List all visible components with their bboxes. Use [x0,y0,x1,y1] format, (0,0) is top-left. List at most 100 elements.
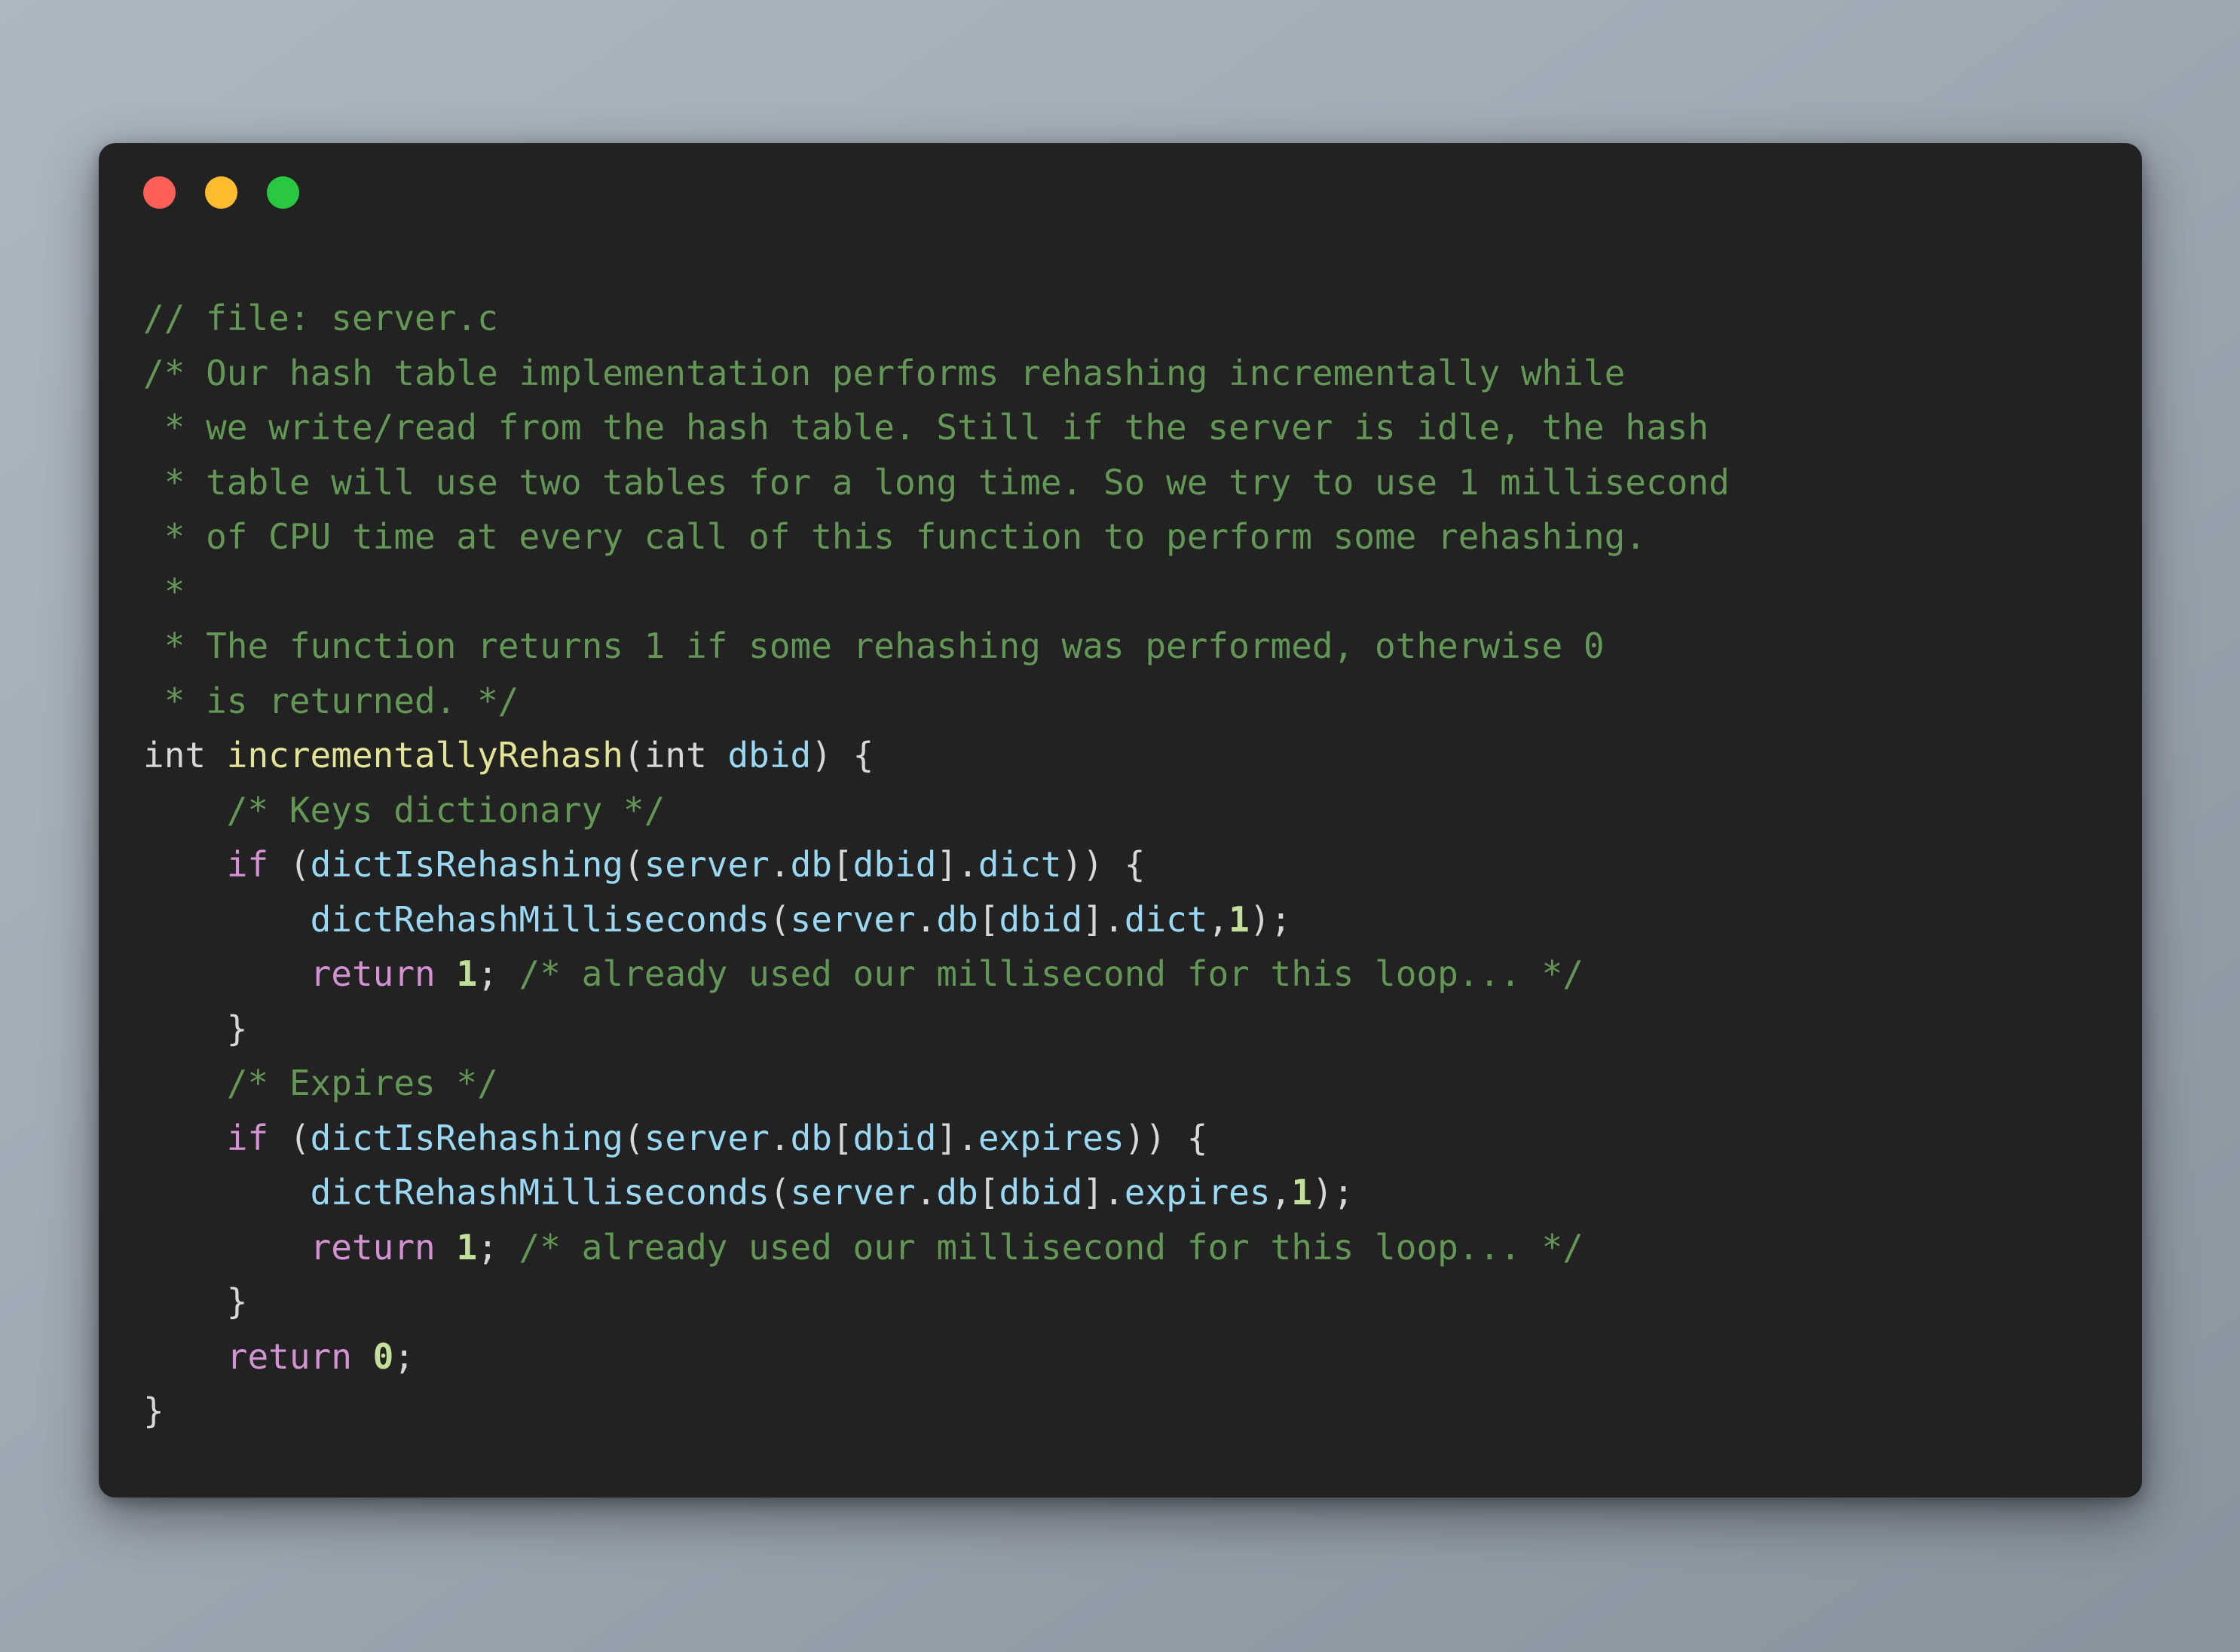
code-token-punct: , [1207,898,1229,940]
code-token-type: int [143,735,227,776]
code-token-ident: dbid [852,844,937,885]
code-token-ident: dbid [999,1172,1083,1213]
code-token-punct: } [226,1281,248,1322]
code-token-punct: . [769,1117,791,1158]
code-token-punct: ]. [936,1117,978,1158]
code-token-keyword: return [310,953,436,994]
code-token-punct: ) { [811,735,874,776]
code-token-ident: server [790,1172,916,1213]
code-token-punct: [ [831,1117,853,1158]
code-line: * is returned. */ [143,674,2112,729]
code-token-punct: . [769,844,791,885]
code-token-punct: ]. [936,844,978,885]
minimize-button[interactable] [205,176,237,209]
code-token-ident: server [790,898,916,940]
code-token-ident: db [790,1117,832,1158]
code-line: * [143,564,2112,620]
code-line: * we write/read from the hash table. Sti… [143,400,2112,455]
code-token-punct: ( [623,1117,644,1158]
code-line: return 1; /* already used our millisecon… [143,947,2112,1002]
code-token-ident: db [936,898,978,940]
code-token-type: int [644,735,728,776]
code-token-punct: ( [623,844,644,885]
code-token-punct: . [915,1172,937,1213]
code-token-punct: ; [393,1335,415,1377]
window-titlebar [99,143,2142,241]
code-token-punct: } [143,1390,164,1431]
code-token-comment: * The function returns 1 if some rehashi… [143,626,1605,666]
code-token-punct: ]. [1082,898,1125,940]
code-token-punct: [ [978,1172,999,1213]
code-token-punct: } [226,1008,248,1049]
code-line: } [143,1002,2112,1057]
code-token-punct: ( [769,898,791,940]
code-line: if (dictIsRehashing(server.db[dbid].dict… [143,837,2112,892]
code-line: dictRehashMilliseconds(server.db[dbid].d… [143,892,2112,947]
code-editor-area[interactable]: // file: server.c /* Our hash table impl… [99,241,2142,1498]
code-token-comment: /* Our hash table implementation perform… [143,352,1626,393]
code-token-comment: /* Keys dictionary */ [226,789,666,831]
code-token-keyword: return [310,1226,436,1268]
close-button[interactable] [143,176,176,209]
code-token-punct: )) { [1124,1117,1208,1158]
code-token-ident: expires [978,1117,1125,1158]
code-token-ident: dict [978,844,1062,885]
code-token-param: dbid [727,735,812,776]
code-window: // file: server.c /* Our hash table impl… [99,143,2142,1498]
code-token-punct: ; [477,953,519,994]
code-token-comment: * we write/read from the hash table. Sti… [143,407,1709,448]
code-token-number: 1 [456,1226,478,1268]
code-token-ident: db [936,1172,978,1213]
code-token-punct: ); [1249,898,1292,940]
code-token-punct: . [915,898,937,940]
code-token-punct: , [1270,1172,1292,1213]
code-line: /* Keys dictionary */ [143,783,2112,838]
code-token-number: 1 [456,953,478,994]
code-token-comment: /* already used our millisecond for this… [519,1226,1584,1268]
code-line: dictRehashMilliseconds(server.db[dbid].e… [143,1165,2112,1220]
code-token-ident: server [644,844,770,885]
code-token-ident: dictIsRehashing [310,1117,623,1158]
code-token-ident: dictRehashMilliseconds [310,1172,770,1213]
code-line: } [143,1274,2112,1329]
code-line: * table will use two tables for a long t… [143,455,2112,510]
code-token-punct: ]. [1082,1172,1125,1213]
code-token-comment: * table will use two tables for a long t… [143,461,1730,503]
code-token-number: 1 [1229,898,1250,940]
code-token-punct: ( [623,735,644,776]
code-token-ident: dbid [999,898,1083,940]
code-line: /* Our hash table implementation perform… [143,346,2112,401]
code-token-punct: ( [268,1117,311,1158]
code-token-comment: /* Expires */ [226,1063,498,1103]
code-line: int incrementallyRehash(int dbid) { [143,728,2112,783]
code-token-comment: * of CPU time at every call of this func… [143,516,1646,557]
code-token-keyword: if [226,1117,269,1158]
code-line: * The function returns 1 if some rehashi… [143,619,2112,674]
code-token-punct: ( [268,844,311,885]
maximize-button[interactable] [267,176,299,209]
source-code: // file: server.c /* Our hash table impl… [143,291,2112,1439]
code-line: return 0; [143,1329,2112,1384]
code-token-punct: ); [1311,1172,1354,1213]
code-token-punct: ( [769,1172,791,1213]
code-token-ident: server [644,1117,770,1158]
code-token-punct: [ [831,844,853,885]
code-line: return 1; /* already used our millisecon… [143,1220,2112,1275]
code-token-ident: dict [1124,898,1208,940]
code-token-ident: expires [1124,1172,1271,1213]
code-token-number: 0 [372,1335,394,1377]
code-token-number: 1 [1291,1172,1312,1213]
